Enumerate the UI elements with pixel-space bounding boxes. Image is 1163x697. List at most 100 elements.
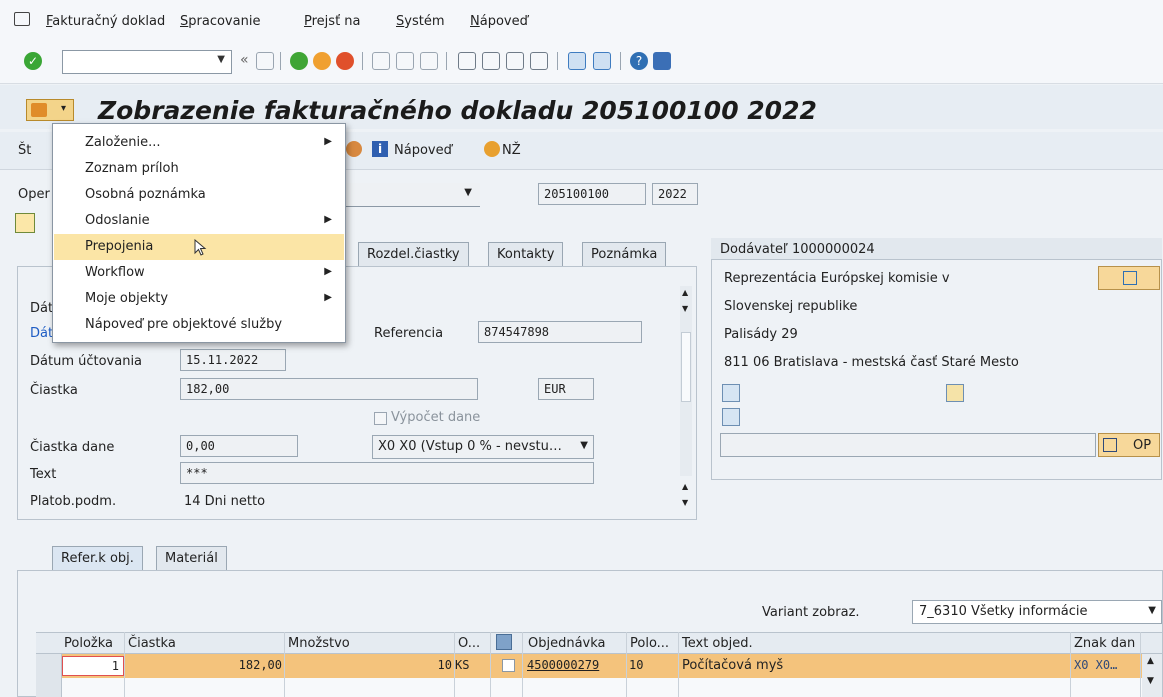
tab-refer-k-obj[interactable]: Refer.k obj.	[52, 546, 143, 570]
vendor-display-button[interactable]	[1098, 266, 1160, 290]
ciastka-label: Čiastka	[30, 383, 78, 398]
help-button[interactable]: Nápoveď	[394, 143, 452, 158]
menu-fakturacny-doklad[interactable]: Fakturačný doklad	[46, 14, 165, 29]
col-header-text-objed[interactable]: Text objed.	[682, 636, 753, 651]
col-header-polo[interactable]: Polo...	[630, 636, 669, 651]
tab-poznamka[interactable]: Poznámka	[582, 242, 667, 266]
back-icon[interactable]	[290, 52, 308, 70]
col-header-ciastka[interactable]: Čiastka	[128, 636, 176, 651]
menu-napoved[interactable]: Nápoveď	[470, 14, 528, 29]
next-page-icon[interactable]	[506, 52, 524, 70]
toolbar-separator	[446, 52, 447, 70]
menu-system[interactable]: Systém	[396, 14, 445, 29]
col-header-objednavka[interactable]: Objednávka	[528, 636, 606, 651]
scrollbar[interactable]: ▲ ▼	[680, 480, 692, 516]
refresh-icon[interactable]	[346, 141, 362, 157]
menu-item-moje-objekty[interactable]: Moje objekty ▶	[54, 286, 344, 312]
info-icon: i	[372, 141, 388, 157]
row-selector-column[interactable]	[36, 654, 62, 697]
tax-code-dropdown[interactable]: X0 X0 (Vstup 0 % - nevstu… ▼	[372, 435, 594, 459]
help-icon[interactable]: ?	[630, 52, 648, 70]
cell-polozka[interactable]: 1	[62, 656, 124, 676]
variant-dropdown[interactable]: 7_6310 Všetky informácie ▼	[912, 600, 1162, 624]
mouse-cursor-icon	[194, 239, 207, 256]
submenu-arrow-icon: ▶	[324, 136, 332, 147]
find-icon[interactable]	[396, 52, 414, 70]
nz-button[interactable]: NŽ	[502, 143, 521, 158]
menu-item-osobna-poznamka[interactable]: Osobná poznámka	[54, 182, 344, 208]
find-next-icon[interactable]	[420, 52, 438, 70]
menu-item-zoznam-priloh[interactable]: Zoznam príloh	[54, 156, 344, 182]
services-icon	[31, 103, 47, 117]
exit-icon[interactable]	[313, 52, 331, 70]
menu-prejst-na[interactable]: Prejsť na	[304, 14, 361, 29]
overview-icon[interactable]	[15, 213, 35, 233]
command-dropdown-icon[interactable]: ▼	[217, 54, 225, 65]
cancel-icon[interactable]	[336, 52, 354, 70]
cell-objednavka[interactable]: 4500000279	[527, 658, 599, 672]
toolbar-separator	[557, 52, 558, 70]
menu-item-prepojenia[interactable]: Prepojenia	[54, 234, 344, 260]
column-divider	[284, 632, 285, 697]
cell-unit: KS	[455, 658, 470, 672]
chevron-down-icon: ▼	[580, 440, 588, 451]
tab-kontakty[interactable]: Kontakty	[488, 242, 564, 266]
shortcut-icon[interactable]	[593, 52, 611, 70]
vendor-bank-icon[interactable]	[946, 384, 964, 402]
op-label: OP	[1133, 438, 1152, 453]
vendor-master-icon[interactable]	[722, 384, 740, 402]
cell-ciastka: 182,00	[238, 658, 282, 672]
toolbar-separator	[620, 52, 621, 70]
submenu-arrow-icon: ▶	[324, 214, 332, 225]
menu-item-napoved-objektove-sluzby[interactable]: Nápoveď pre objektové služby	[54, 312, 344, 338]
column-divider	[678, 632, 679, 697]
services-for-object-button[interactable]: ▾	[26, 99, 74, 121]
cell-mnozstvo: 10	[437, 658, 452, 672]
menu-item-zalozenie[interactable]: Založenie... ▶	[54, 130, 344, 156]
prev-page-icon[interactable]	[482, 52, 500, 70]
collapse-icon[interactable]: «	[240, 52, 249, 68]
col-header-znak-dan[interactable]: Znak dan	[1074, 636, 1135, 651]
customize-layout-icon[interactable]	[653, 52, 671, 70]
menu-item-label: Workflow	[85, 265, 145, 280]
datum-uctovania-label: Dátum účtovania	[30, 354, 143, 369]
vendor-lineitems-icon[interactable]	[722, 408, 740, 426]
col-header-polozka[interactable]: Položka	[64, 636, 113, 651]
op-button[interactable]: OP	[1098, 433, 1160, 457]
tab-material[interactable]: Materiál	[156, 546, 227, 570]
vypocet-dane-checkbox[interactable]	[374, 412, 387, 425]
scrollbar[interactable]: ▲ ▼	[680, 286, 692, 476]
col-header-mnozstvo[interactable]: Množstvo	[288, 636, 350, 651]
services-context-menu: Založenie... ▶ Zoznam príloh Osobná pozn…	[52, 123, 346, 343]
row-checkbox[interactable]	[502, 659, 515, 672]
menu-item-label: Odoslanie	[85, 213, 150, 228]
datum-uctovania-field: 15.11.2022	[180, 349, 286, 371]
save-icon[interactable]	[256, 52, 274, 70]
col-header-o[interactable]: O...	[458, 636, 480, 651]
vendor-title: Dodávateľ 1000000024	[720, 242, 875, 257]
menu-spracovanie[interactable]: Spracovanie	[180, 14, 260, 29]
tab-rozdel-ciastky[interactable]: Rozdel.čiastky	[358, 242, 469, 266]
vendor-bank-field[interactable]	[720, 433, 1096, 457]
cell-znak-dan: X0 X0…	[1074, 658, 1118, 672]
column-divider	[490, 632, 491, 697]
select-all-icon[interactable]	[496, 634, 512, 650]
menu-item-odoslanie[interactable]: Odoslanie ▶	[54, 208, 344, 234]
menu-item-workflow[interactable]: Workflow ▶	[54, 260, 344, 286]
column-divider	[1140, 632, 1141, 697]
enter-check-icon[interactable]: ✓	[24, 52, 42, 70]
submenu-arrow-icon: ▶	[324, 292, 332, 303]
menu-icon[interactable]	[14, 12, 30, 26]
create-session-icon[interactable]	[568, 52, 586, 70]
command-field[interactable]: ▼	[62, 50, 232, 74]
scrollbar-thumb[interactable]	[681, 332, 691, 402]
print-icon[interactable]	[372, 52, 390, 70]
menu-bar: Fakturačný doklad Spracovanie Prejsť na …	[0, 0, 1163, 40]
chevron-down-icon: ▼	[464, 187, 472, 198]
currency-field: EUR	[538, 378, 594, 400]
first-page-icon[interactable]	[458, 52, 476, 70]
doc-number-field: 205100100	[538, 183, 646, 205]
last-page-icon[interactable]	[530, 52, 548, 70]
app-toolbar-button-partial[interactable]: Št	[18, 143, 31, 158]
table-scrollbar[interactable]: ▲ ▼	[1142, 654, 1162, 697]
